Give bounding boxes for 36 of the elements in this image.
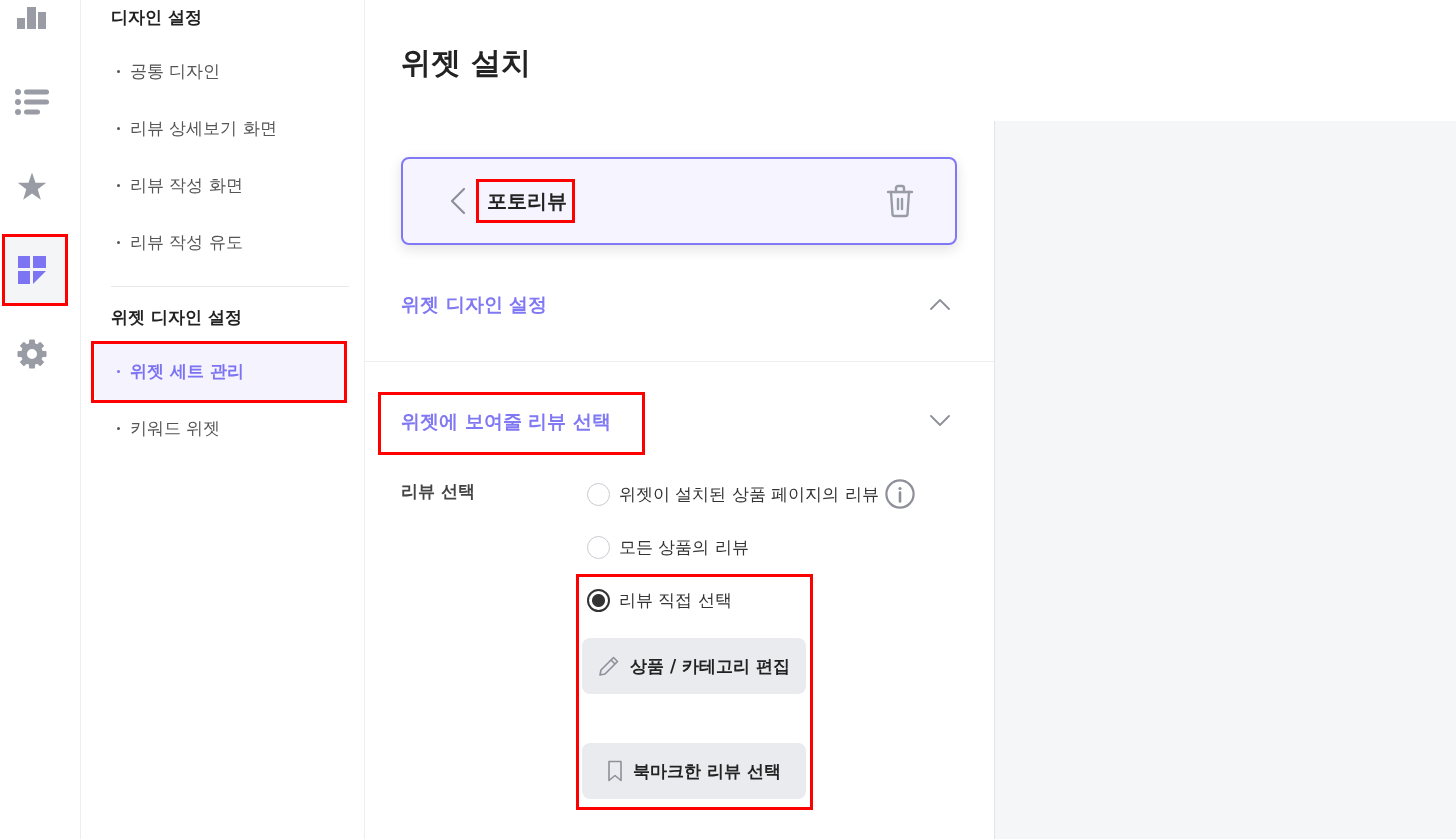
option-label[interactable]: 위젯이 설치된 상품 페이지의 리뷰 (619, 482, 879, 506)
pencil-icon (598, 655, 620, 677)
star-icon (17, 172, 47, 200)
menu-item[interactable]: 리뷰 작성 유도 (95, 214, 345, 271)
chevron-up-icon[interactable] (930, 298, 950, 310)
menu-group-title: 디자인 설정 (111, 6, 202, 29)
menu-item[interactable]: 공통 디자인 (95, 43, 345, 100)
bullet-icon (117, 427, 120, 430)
bullet-icon (117, 370, 120, 373)
section-title[interactable]: 위젯에 보여줄 리뷰 선택 (401, 410, 611, 432)
widget-grid-icon (18, 256, 46, 284)
radio-button[interactable] (587, 588, 610, 612)
option-label[interactable]: 리뷰 직접 선택 (619, 588, 732, 612)
section-title[interactable]: 위젯 디자인 설정 (401, 293, 548, 315)
chevron-down-icon[interactable] (930, 415, 950, 427)
menu-item[interactable]: 키워드 위젯 (95, 400, 345, 457)
menu-group-title: 위젯 디자인 설정 (111, 306, 242, 329)
widget-name: 포토리뷰 (487, 189, 567, 213)
page-title: 위젯 설치 (401, 44, 532, 82)
info-icon[interactable] (884, 479, 915, 509)
field-label: 리뷰 선택 (401, 480, 476, 503)
menu-item[interactable]: 리뷰 상세보기 화면 (95, 100, 345, 157)
bullet-icon (117, 184, 120, 187)
list-icon (15, 89, 49, 115)
back-icon[interactable] (449, 187, 466, 215)
menu-item[interactable]: 리뷰 작성 화면 (95, 157, 345, 214)
bookmark-icon (607, 760, 624, 782)
bullet-icon (117, 70, 120, 73)
edit-button[interactable]: 상품 / 카테고리 편집 (582, 638, 806, 694)
bookmark-button[interactable]: 북마크한 리뷰 선택 (582, 743, 806, 799)
option-label[interactable]: 모든 상품의 리뷰 (619, 535, 749, 559)
bullet-icon (117, 127, 120, 130)
bar-chart-icon (17, 7, 47, 29)
bullet-icon (117, 241, 120, 244)
trash-icon[interactable] (886, 184, 914, 218)
settings-icon (17, 339, 47, 369)
